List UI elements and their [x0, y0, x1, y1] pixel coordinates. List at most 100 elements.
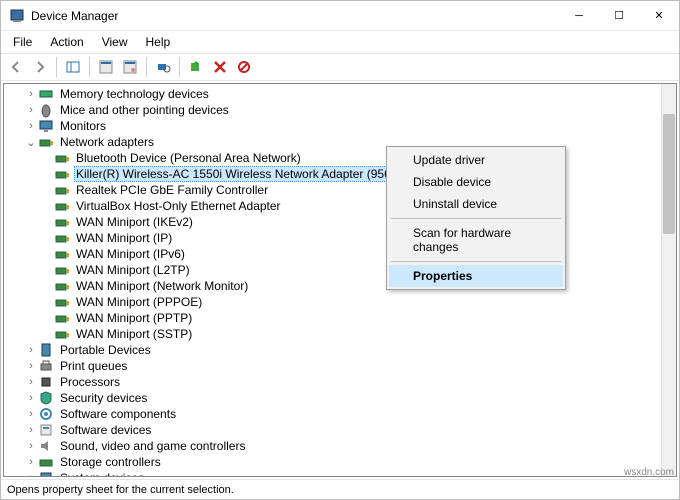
expand-icon[interactable]: ›	[24, 120, 38, 132]
memory-icon	[38, 86, 54, 102]
menu-help[interactable]: Help	[138, 33, 179, 51]
ctx-separator	[391, 261, 561, 262]
tree-node-storage[interactable]: ›Storage controllers	[4, 454, 676, 470]
properties-button[interactable]	[95, 56, 117, 78]
ctx-disable-device[interactable]: Disable device	[389, 171, 563, 193]
nic-icon	[54, 182, 70, 198]
toolbar	[1, 53, 679, 81]
expand-icon[interactable]: ›	[24, 88, 38, 100]
expand-icon[interactable]: ›	[24, 408, 38, 420]
expand-icon[interactable]: ›	[24, 456, 38, 468]
expand-icon[interactable]: ›	[24, 104, 38, 116]
tree-node-wan-ipv6[interactable]: ·WAN Miniport (IPv6)	[4, 246, 676, 262]
tree-node-killer-wireless[interactable]: ·Killer(R) Wireless-AC 1550i Wireless Ne…	[4, 166, 676, 182]
software-icon	[38, 422, 54, 438]
nic-icon	[54, 262, 70, 278]
security-icon	[38, 390, 54, 406]
expand-icon[interactable]: ›	[24, 392, 38, 404]
tree-node-security[interactable]: ›Security devices	[4, 390, 676, 406]
tree-node-print-queues[interactable]: ›Print queues	[4, 358, 676, 374]
tree-node-software-devices[interactable]: ›Software devices	[4, 422, 676, 438]
back-button[interactable]	[5, 56, 27, 78]
tree-node-bluetooth[interactable]: ·Bluetooth Device (Personal Area Network…	[4, 150, 676, 166]
tree-node-wan-sstp[interactable]: ·WAN Miniport (SSTP)	[4, 326, 676, 342]
device-manager-window: Device Manager ─ ☐ ✕ File Action View He…	[0, 0, 680, 500]
expand-icon[interactable]: ›	[24, 360, 38, 372]
nic-icon	[54, 150, 70, 166]
tree-node-portable[interactable]: ›Portable Devices	[4, 342, 676, 358]
device-tree[interactable]: ›Memory technology devices ›Mice and oth…	[3, 83, 677, 477]
vertical-scrollbar[interactable]	[661, 84, 676, 476]
expand-icon[interactable]: ›	[24, 376, 38, 388]
tree-node-sound[interactable]: ›Sound, video and game controllers	[4, 438, 676, 454]
uninstall-button[interactable]	[209, 56, 231, 78]
update-driver-button[interactable]	[185, 56, 207, 78]
software-icon	[38, 406, 54, 422]
ctx-update-driver[interactable]: Update driver	[389, 149, 563, 171]
scan-button[interactable]	[152, 56, 174, 78]
show-hide-button[interactable]	[62, 56, 84, 78]
scrollbar-thumb[interactable]	[663, 114, 675, 234]
mouse-icon	[38, 102, 54, 118]
tree-node-virtualbox[interactable]: ·VirtualBox Host-Only Ethernet Adapter	[4, 198, 676, 214]
status-text: Opens property sheet for the current sel…	[7, 484, 234, 496]
menubar: File Action View Help	[1, 31, 679, 53]
disable-button[interactable]	[233, 56, 255, 78]
tree-node-wan-pppoe[interactable]: ·WAN Miniport (PPPOE)	[4, 294, 676, 310]
selected-device-label: Killer(R) Wireless-AC 1550i Wireless Net…	[74, 166, 433, 182]
tree-node-wan-l2tp[interactable]: ·WAN Miniport (L2TP)	[4, 262, 676, 278]
network-icon	[38, 134, 54, 150]
context-menu: Update driver Disable device Uninstall d…	[386, 146, 566, 290]
sound-icon	[38, 438, 54, 454]
tree-node-mice[interactable]: ›Mice and other pointing devices	[4, 102, 676, 118]
nic-icon	[54, 246, 70, 262]
tree-node-wan-ip[interactable]: ·WAN Miniport (IP)	[4, 230, 676, 246]
tree-node-monitors[interactable]: ›Monitors	[4, 118, 676, 134]
printer-icon	[38, 358, 54, 374]
toolbar-separator	[56, 57, 57, 77]
menu-view[interactable]: View	[94, 33, 136, 51]
nic-icon	[54, 166, 70, 182]
window-title: Device Manager	[31, 9, 559, 23]
tree-node-wan-pptp[interactable]: ·WAN Miniport (PPTP)	[4, 310, 676, 326]
expand-icon[interactable]: ›	[24, 440, 38, 452]
ctx-scan-hardware[interactable]: Scan for hardware changes	[389, 222, 563, 258]
nic-icon	[54, 230, 70, 246]
tree-node-processors[interactable]: ›Processors	[4, 374, 676, 390]
ctx-properties[interactable]: Properties	[389, 265, 563, 287]
tree-node-realtek[interactable]: ·Realtek PCIe GbE Family Controller	[4, 182, 676, 198]
cpu-icon	[38, 374, 54, 390]
tree-node-software-components[interactable]: ›Software components	[4, 406, 676, 422]
maximize-button[interactable]: ☐	[599, 1, 639, 30]
close-button[interactable]: ✕	[639, 1, 679, 30]
forward-button[interactable]	[29, 56, 51, 78]
tree-node-system[interactable]: ›System devices	[4, 470, 676, 477]
watermark: wsxdn.com	[624, 467, 674, 478]
expand-icon[interactable]: ›	[24, 472, 38, 477]
statusbar: Opens property sheet for the current sel…	[1, 479, 679, 499]
properties2-button[interactable]	[119, 56, 141, 78]
tree-node-network-adapters[interactable]: ⌄Network adapters	[4, 134, 676, 150]
window-controls: ─ ☐ ✕	[559, 1, 679, 30]
monitor-icon	[38, 118, 54, 134]
nic-icon	[54, 214, 70, 230]
menu-file[interactable]: File	[5, 33, 40, 51]
tree-node-wan-netmon[interactable]: ·WAN Miniport (Network Monitor)	[4, 278, 676, 294]
ctx-separator	[391, 218, 561, 219]
collapse-icon[interactable]: ⌄	[24, 136, 38, 149]
expand-icon[interactable]: ›	[24, 344, 38, 356]
tree-node-wan-ikev2[interactable]: ·WAN Miniport (IKEv2)	[4, 214, 676, 230]
nic-icon	[54, 326, 70, 342]
nic-icon	[54, 278, 70, 294]
expand-icon[interactable]: ›	[24, 424, 38, 436]
ctx-uninstall-device[interactable]: Uninstall device	[389, 193, 563, 215]
toolbar-separator	[179, 57, 180, 77]
toolbar-separator	[89, 57, 90, 77]
menu-action[interactable]: Action	[42, 33, 91, 51]
tree-node-memory[interactable]: ›Memory technology devices	[4, 86, 676, 102]
minimize-button[interactable]: ─	[559, 1, 599, 30]
storage-icon	[38, 454, 54, 470]
nic-icon	[54, 294, 70, 310]
portable-icon	[38, 342, 54, 358]
app-icon	[9, 8, 25, 24]
